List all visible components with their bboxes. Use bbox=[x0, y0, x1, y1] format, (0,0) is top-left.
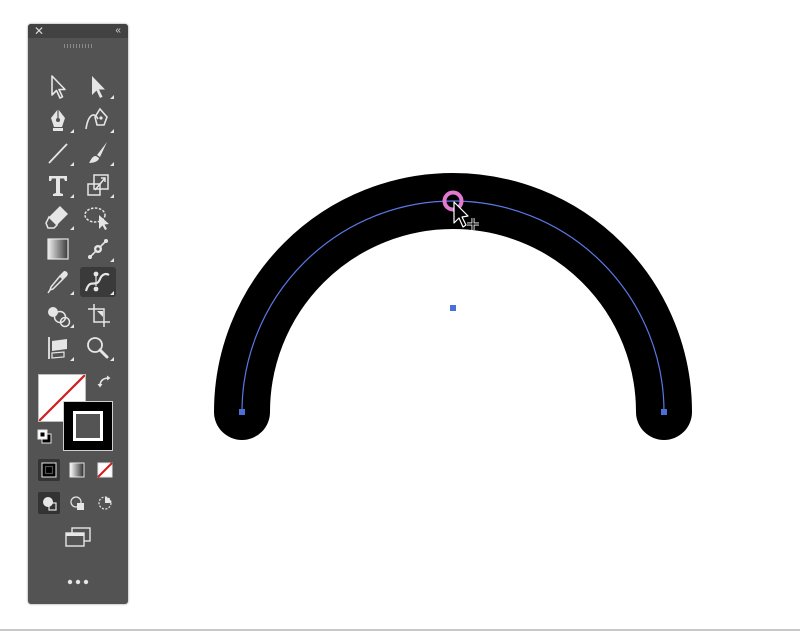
edit-toolbar-more-icon[interactable] bbox=[66, 578, 90, 586]
anchor-point-right[interactable] bbox=[661, 409, 667, 415]
more-tools-indicator-icon bbox=[110, 258, 114, 262]
line-segment-tool-icon[interactable] bbox=[40, 138, 76, 168]
more-tools-indicator-icon bbox=[110, 194, 114, 198]
draw-normal-button[interactable] bbox=[38, 492, 60, 514]
more-tools-indicator-icon bbox=[70, 226, 74, 230]
center-point[interactable] bbox=[450, 305, 456, 311]
panel-header: ✕ ‹‹ bbox=[28, 24, 128, 38]
artboard-tool-icon[interactable] bbox=[80, 300, 116, 330]
lasso-tool-icon[interactable] bbox=[80, 202, 116, 232]
panel-grip-icon[interactable] bbox=[64, 44, 92, 48]
more-tools-indicator-icon bbox=[70, 162, 74, 166]
none-icon bbox=[97, 462, 113, 478]
puppet-warp-tool-icon[interactable] bbox=[80, 234, 116, 264]
swap-fill-stroke-icon[interactable] bbox=[96, 374, 114, 392]
direct-selection-tool-icon[interactable] bbox=[80, 71, 116, 101]
draw-behind-icon bbox=[70, 496, 84, 510]
eyedropper-tool-icon[interactable] bbox=[40, 267, 76, 297]
eraser-tool-icon[interactable] bbox=[40, 202, 76, 232]
change-screen-mode-icon[interactable] bbox=[62, 526, 94, 548]
anchor-point-left[interactable] bbox=[239, 409, 245, 415]
more-tools-indicator-icon bbox=[70, 129, 74, 133]
gradient-mode-button[interactable] bbox=[66, 459, 88, 481]
close-icon[interactable]: ✕ bbox=[34, 24, 44, 38]
more-tools-indicator-icon bbox=[110, 291, 114, 295]
collapse-double-chevron-icon[interactable]: ‹‹ bbox=[115, 24, 121, 38]
tools-panel: ✕ ‹‹ bbox=[28, 24, 128, 604]
draw-inside-icon bbox=[98, 496, 112, 510]
more-tools-indicator-icon bbox=[70, 291, 74, 295]
paintbrush-tool-icon[interactable] bbox=[80, 138, 116, 168]
free-transform-tool-icon[interactable] bbox=[40, 333, 76, 363]
width-tool-icon[interactable] bbox=[80, 267, 116, 297]
draw-behind-button[interactable] bbox=[66, 492, 88, 514]
type-tool-icon[interactable] bbox=[40, 170, 76, 200]
gradient-icon bbox=[69, 462, 85, 478]
more-tools-indicator-icon bbox=[70, 194, 74, 198]
more-tools-indicator-icon bbox=[110, 129, 114, 133]
draw-inside-button[interactable] bbox=[94, 492, 116, 514]
pen-tool-icon[interactable] bbox=[40, 105, 76, 135]
stroke-swatch-inner bbox=[73, 411, 103, 441]
gradient-tool-icon[interactable] bbox=[40, 234, 76, 264]
more-tools-indicator-icon bbox=[70, 357, 74, 361]
more-tools-indicator-icon bbox=[110, 357, 114, 361]
more-tools-indicator-icon bbox=[110, 162, 114, 166]
color-icon bbox=[41, 462, 57, 478]
scale-tool-icon[interactable] bbox=[80, 170, 116, 200]
curvature-tool-icon[interactable] bbox=[80, 105, 116, 135]
zoom-tool-icon[interactable] bbox=[80, 333, 116, 363]
more-tools-indicator-icon bbox=[70, 324, 74, 328]
default-fill-stroke-icon[interactable] bbox=[37, 429, 53, 445]
more-tools-indicator-icon bbox=[110, 95, 114, 99]
draw-normal-icon bbox=[43, 497, 57, 511]
selection-tool-icon[interactable] bbox=[40, 71, 76, 101]
shape-builder-tool-icon[interactable] bbox=[40, 300, 76, 330]
stroke-swatch[interactable] bbox=[63, 401, 113, 451]
color-mode-button[interactable] bbox=[38, 459, 60, 481]
none-mode-button[interactable] bbox=[94, 459, 116, 481]
